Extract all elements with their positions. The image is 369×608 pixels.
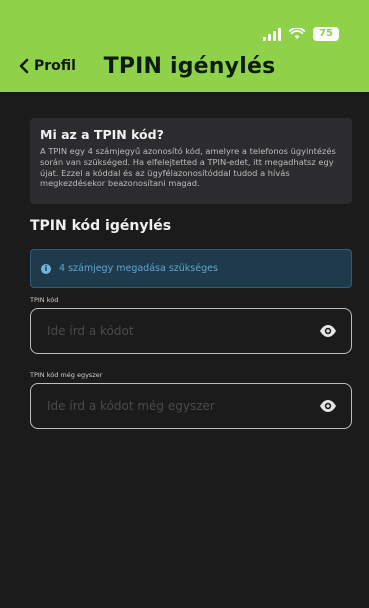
tpin-input-box[interactable] — [30, 308, 352, 354]
section-title: TPIN kód igénylés — [30, 218, 172, 234]
info-alert: i 4 számjegy megadása szükséges — [30, 249, 352, 288]
tpin-confirm-field-label: TPIN kód még egyszer — [30, 371, 103, 379]
info-icon: i — [41, 263, 51, 274]
signal-icon — [263, 27, 281, 41]
tpin-confirm-input[interactable] — [45, 398, 299, 414]
header-bar: 75 Profil TPIN igénylés — [0, 0, 369, 92]
info-card-title: Mi az a TPIN kód? — [40, 127, 164, 142]
eye-icon[interactable] — [319, 399, 337, 413]
status-bar: 75 — [263, 27, 339, 41]
wifi-icon — [289, 28, 305, 39]
tpin-input[interactable] — [45, 323, 299, 339]
tpin-confirm-input-box[interactable] — [30, 383, 352, 429]
page-title: TPIN igénylés — [103, 54, 276, 79]
info-card: Mi az a TPIN kód? A TPIN egy 4 számjegyű… — [30, 118, 352, 204]
tpin-field-label: TPIN kód — [30, 296, 59, 304]
eye-icon[interactable] — [319, 324, 337, 338]
alert-text: 4 számjegy megadása szükséges — [59, 263, 218, 274]
battery-indicator: 75 — [313, 27, 339, 41]
info-card-body: A TPIN egy 4 számjegyű azonosító kód, am… — [40, 146, 336, 189]
